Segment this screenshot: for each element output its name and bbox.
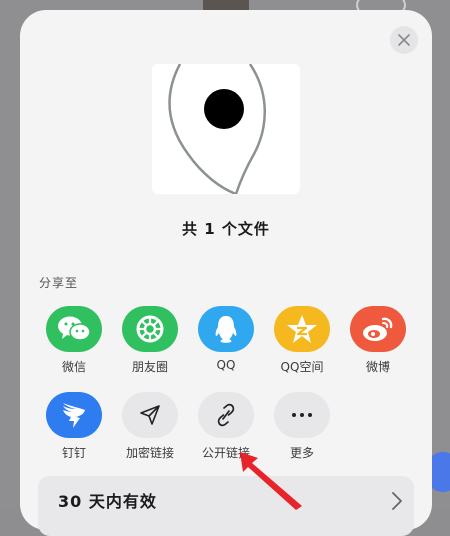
location-pin-icon — [168, 63, 266, 196]
share-qq[interactable]: QQ — [194, 306, 258, 372]
share-weibo[interactable]: 微博 — [346, 306, 410, 375]
link-icon — [198, 392, 254, 438]
weibo-icon — [350, 306, 406, 352]
share-weibo-label: 微博 — [365, 360, 390, 374]
qq-icon — [198, 306, 254, 352]
encrypted-link-button[interactable]: 加密链接 — [118, 392, 182, 461]
moments-icon — [122, 306, 178, 352]
dingtalk-icon — [46, 392, 102, 438]
close-icon — [398, 34, 410, 46]
encrypted-link-label: 加密链接 — [125, 446, 174, 460]
share-moments[interactable]: 朋友圈 — [118, 306, 182, 375]
share-qzone[interactable]: QQ空间 — [270, 306, 334, 375]
share-dingtalk-label: 钉钉 — [61, 446, 86, 460]
share-qzone-label: QQ空间 — [280, 360, 324, 374]
share-dingtalk[interactable]: 钉钉 — [42, 392, 106, 461]
wechat-icon — [46, 306, 102, 352]
qzone-icon — [274, 306, 330, 352]
file-preview — [152, 63, 300, 196]
share-wechat-label: 微信 — [61, 360, 86, 374]
validity-selector[interactable]: 30 天内有效 — [38, 476, 414, 536]
share-to-label: 分享至 — [39, 276, 79, 290]
file-count-title: 共 1 个文件 — [182, 220, 270, 238]
validity-label: 30 天内有效 — [58, 492, 157, 511]
share-sheet: 共 1 个文件 分享至 微信 朋友圈 QQ QQ空间 微博 钉钉 加密链接 公开… — [20, 10, 432, 536]
close-button[interactable] — [390, 26, 418, 54]
send-icon — [122, 392, 178, 438]
share-moments-label: 朋友圈 — [131, 360, 168, 374]
share-qq-label: QQ — [216, 358, 236, 372]
annotation-arrow-icon — [240, 452, 302, 510]
more-icon — [274, 392, 330, 438]
share-wechat[interactable]: 微信 — [42, 306, 106, 375]
